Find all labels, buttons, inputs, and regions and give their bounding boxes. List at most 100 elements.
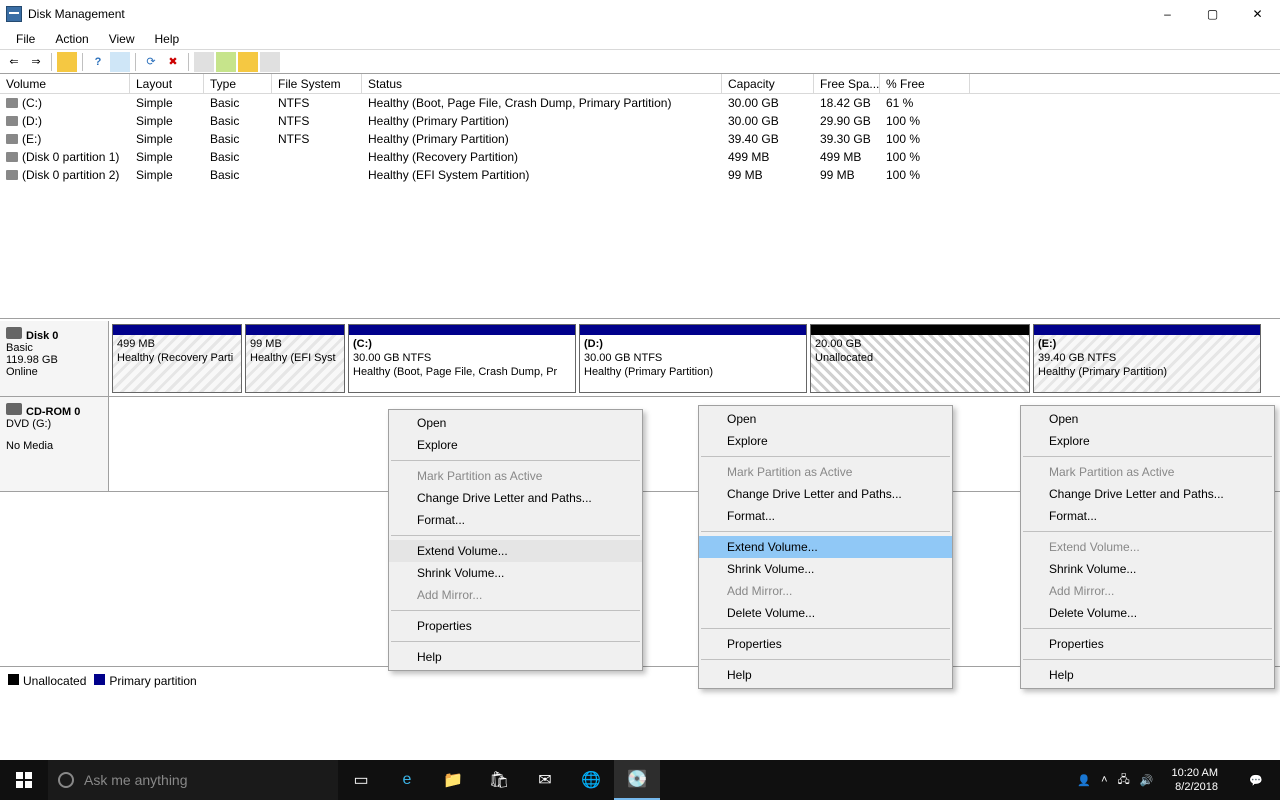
toolbar: ⇐ ⇒ ? ⟳ ✖ (0, 50, 1280, 74)
delete-icon[interactable]: ✖ (163, 52, 183, 72)
menu-action[interactable]: Action (45, 30, 98, 48)
toolbar-icon[interactable] (110, 52, 130, 72)
disk-info[interactable]: CD-ROM 0DVD (G:)No Media (0, 397, 109, 491)
toolbar-icon[interactable] (216, 52, 236, 72)
partition[interactable]: (C:)30.00 GB NTFSHealthy (Boot, Page Fil… (348, 324, 576, 393)
clock[interactable]: 10:20 AM 8/2/2018 (1164, 766, 1226, 794)
context-menu-item[interactable]: Shrink Volume... (1021, 558, 1274, 580)
taskbar: Ask me anything ▭ e 📁 🛍 ✉ 🌐 💽 👤 ˄ 🖧 🔊 10… (0, 760, 1280, 800)
partition[interactable]: 499 MBHealthy (Recovery Parti (112, 324, 242, 393)
context-menu-item[interactable]: Properties (699, 633, 952, 655)
col-layout[interactable]: Layout (130, 74, 204, 93)
start-button[interactable] (0, 760, 48, 800)
col-status[interactable]: Status (362, 74, 722, 93)
minimize-button[interactable]: – (1145, 0, 1190, 28)
toolbar-icon[interactable] (238, 52, 258, 72)
context-menu-item[interactable]: Format... (389, 509, 642, 531)
context-menu-item[interactable]: Change Drive Letter and Paths... (699, 483, 952, 505)
context-menu-item[interactable]: Delete Volume... (699, 602, 952, 624)
context-menu-item[interactable]: Format... (1021, 505, 1274, 527)
mail-icon[interactable]: ✉ (522, 760, 568, 800)
col-volume[interactable]: Volume (0, 74, 130, 93)
context-menu-item[interactable]: Open (1021, 408, 1274, 430)
context-menu-item[interactable]: Help (389, 646, 642, 668)
context-menu-item: Mark Partition as Active (1021, 461, 1274, 483)
legend-unallocated: Unallocated (23, 674, 86, 688)
store-icon[interactable]: 🛍 (476, 760, 522, 800)
volume-row[interactable]: (D:)SimpleBasicNTFSHealthy (Primary Part… (0, 112, 1280, 130)
drive-icon (6, 170, 18, 180)
context-menu-item[interactable]: Extend Volume... (1021, 536, 1274, 558)
context-menu-item[interactable]: Help (1021, 664, 1274, 686)
menu-help[interactable]: Help (145, 30, 190, 48)
context-menu-item[interactable]: Change Drive Letter and Paths... (389, 487, 642, 509)
back-button[interactable]: ⇐ (4, 52, 24, 72)
help-icon[interactable]: ? (88, 52, 108, 72)
search-box[interactable]: Ask me anything (48, 760, 338, 800)
maximize-button[interactable]: ▢ (1190, 0, 1235, 28)
forward-button[interactable]: ⇒ (26, 52, 46, 72)
context-menu-item[interactable]: Shrink Volume... (389, 562, 642, 584)
volume-icon[interactable]: 🔊 (1140, 774, 1154, 787)
col-type[interactable]: Type (204, 74, 272, 93)
context-menu-item[interactable]: Explore (1021, 430, 1274, 452)
volume-row[interactable]: (C:)SimpleBasicNTFSHealthy (Boot, Page F… (0, 94, 1280, 112)
context-menu-item: Mark Partition as Active (699, 461, 952, 483)
toolbar-icon[interactable] (57, 52, 77, 72)
volume-list: Volume Layout Type File System Status Ca… (0, 74, 1280, 319)
context-menu-item: Add Mirror... (699, 580, 952, 602)
disk-mgmt-taskbar-icon[interactable]: 💽 (614, 760, 660, 800)
app-icon (6, 6, 22, 22)
task-view-icon[interactable]: ▭ (338, 760, 384, 800)
tray-chevron-icon[interactable]: ˄ (1101, 774, 1107, 786)
context-menu-item[interactable]: Shrink Volume... (699, 558, 952, 580)
drive-icon (6, 98, 18, 108)
context-menu-item[interactable]: Extend Volume... (699, 536, 952, 558)
notifications-icon[interactable]: 💬 (1236, 760, 1276, 800)
context-menu-item[interactable]: Format... (699, 505, 952, 527)
partition[interactable]: 99 MBHealthy (EFI Syst (245, 324, 345, 393)
col-capacity[interactable]: Capacity (722, 74, 814, 93)
people-icon[interactable]: 👤 (1077, 774, 1091, 787)
close-button[interactable]: ✕ (1235, 0, 1280, 28)
context-menu-item: Add Mirror... (389, 584, 642, 606)
col-fs[interactable]: File System (272, 74, 362, 93)
menu-view[interactable]: View (99, 30, 145, 48)
col-free[interactable]: Free Spa... (814, 74, 880, 93)
volume-row[interactable]: (E:)SimpleBasicNTFSHealthy (Primary Part… (0, 130, 1280, 148)
disk-info[interactable]: Disk 0Basic119.98 GBOnline (0, 321, 109, 396)
context-menu: OpenExplore Mark Partition as ActiveChang… (698, 405, 953, 689)
volume-list-header: Volume Layout Type File System Status Ca… (0, 74, 1280, 94)
partition[interactable]: 20.00 GBUnallocated (810, 324, 1030, 393)
disk-icon (6, 327, 22, 339)
context-menu-item[interactable]: Explore (699, 430, 952, 452)
search-placeholder: Ask me anything (84, 772, 188, 788)
volume-row[interactable]: (Disk 0 partition 1)SimpleBasicHealthy (… (0, 148, 1280, 166)
volume-row[interactable]: (Disk 0 partition 2)SimpleBasicHealthy (… (0, 166, 1280, 184)
app-icon[interactable]: 🌐 (568, 760, 614, 800)
menu-file[interactable]: File (6, 30, 45, 48)
drive-icon (6, 134, 18, 144)
menu-bar: File Action View Help (0, 28, 1280, 50)
partition[interactable]: (D:)30.00 GB NTFSHealthy (Primary Partit… (579, 324, 807, 393)
disk-icon (6, 403, 22, 415)
context-menu-item[interactable]: Open (389, 412, 642, 434)
toolbar-icon[interactable] (260, 52, 280, 72)
context-menu-item: Mark Partition as Active (389, 465, 642, 487)
context-menu-item[interactable]: Extend Volume... (389, 540, 642, 562)
context-menu-item[interactable]: Properties (1021, 633, 1274, 655)
context-menu-item[interactable]: Open (699, 408, 952, 430)
partition[interactable]: (E:)39.40 GB NTFSHealthy (Primary Partit… (1033, 324, 1261, 393)
explorer-icon[interactable]: 📁 (430, 760, 476, 800)
context-menu-item[interactable]: Properties (389, 615, 642, 637)
context-menu-item[interactable]: Change Drive Letter and Paths... (1021, 483, 1274, 505)
toolbar-icon[interactable] (194, 52, 214, 72)
context-menu-item[interactable]: Help (699, 664, 952, 686)
col-pctfree[interactable]: % Free (880, 74, 970, 93)
context-menu-item[interactable]: Delete Volume... (1021, 602, 1274, 624)
context-menu-item[interactable]: Explore (389, 434, 642, 456)
network-icon[interactable]: 🖧 (1118, 771, 1130, 790)
context-menu-item: Add Mirror... (1021, 580, 1274, 602)
refresh-icon[interactable]: ⟳ (141, 52, 161, 72)
edge-icon[interactable]: e (384, 760, 430, 800)
